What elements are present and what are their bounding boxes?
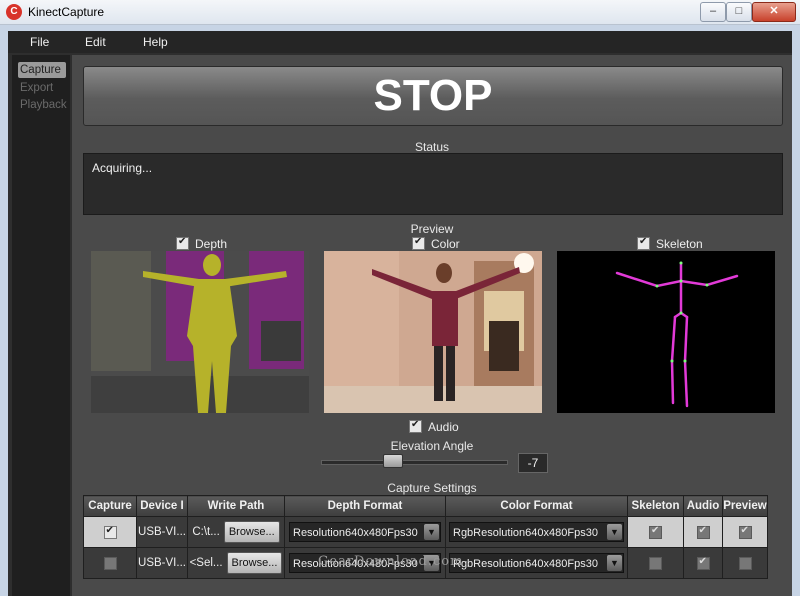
browse-button[interactable]: Browse... (226, 552, 283, 574)
color-preview-image (324, 251, 542, 413)
menu-bar: File Edit Help (8, 31, 792, 53)
row-skeleton-checkbox[interactable] (649, 525, 662, 539)
maximize-button[interactable]: □ (726, 2, 752, 22)
window-title: KinectCapture (28, 5, 105, 19)
minimize-button[interactable]: – (700, 2, 726, 22)
side-navigation: Capture Export Playback (12, 55, 70, 596)
browse-button[interactable]: Browse... (223, 521, 280, 543)
client-area: File Edit Help Capture Export Playback S… (8, 31, 792, 596)
table-header-row: Capture Device I Write Path Depth Format… (83, 495, 768, 517)
depth-format-cell: Resolution640x480Fps30 ▼ (284, 516, 446, 548)
row-preview-checkbox[interactable] (738, 556, 752, 570)
row-capture-checkbox[interactable] (103, 556, 117, 570)
color-checkbox[interactable] (412, 236, 425, 251)
row-skeleton-checkbox[interactable] (649, 556, 662, 570)
device-cell: USB-VI... (136, 516, 188, 548)
capture-panel: STOP Status Acquiring... Preview Depth C… (72, 55, 792, 596)
audio-checkbox[interactable] (409, 419, 422, 434)
nav-capture[interactable]: Capture (18, 62, 66, 78)
nav-playback[interactable]: Playback (18, 97, 67, 113)
capture-cell (83, 516, 137, 548)
device-cell: USB-VI... (136, 547, 188, 579)
color-format-dropdown[interactable]: RgbResolution640x480Fps30 ▼ (449, 553, 624, 573)
status-box: Acquiring... (83, 153, 783, 215)
write-path-cell: C:\t... Browse... (187, 516, 285, 548)
depth-preview-image (91, 251, 309, 413)
color-format-value: RgbResolution640x480Fps30 (453, 558, 598, 570)
row-capture-checkbox[interactable] (103, 525, 117, 539)
status-label: Status (414, 140, 450, 154)
column-header-device[interactable]: Device I (136, 495, 188, 517)
skeleton-label: Skeleton (656, 236, 703, 251)
depth-format-dropdown[interactable]: Resolution640x480Fps30 ▼ (289, 522, 441, 542)
audio-checkbox-group: Audio (409, 419, 459, 434)
table-row[interactable]: USB-VI... C:\t...Browse... Resolution640… (83, 516, 768, 548)
column-header-capture[interactable]: Capture (83, 495, 137, 517)
nav-export[interactable]: Export (18, 80, 66, 96)
color-checkbox-group: Color (412, 236, 460, 251)
elevation-slider-thumb[interactable] (382, 454, 403, 468)
device-name: USB-VI... (138, 556, 186, 569)
chevron-down-icon: ▼ (424, 524, 439, 540)
audio-cell (683, 516, 723, 548)
color-format-cell: RgbResolution640x480Fps30 ▼ (445, 547, 628, 579)
stop-button[interactable]: STOP (83, 66, 783, 126)
column-header-write-path[interactable]: Write Path (187, 495, 285, 517)
skeleton-preview-image (557, 251, 775, 413)
column-header-depth-format[interactable]: Depth Format (284, 495, 446, 517)
chevron-down-icon: ▼ (607, 555, 622, 571)
skeleton-cell (627, 547, 684, 579)
depth-checkbox-group: Depth (176, 236, 227, 251)
elevation-value: -7 (518, 453, 548, 473)
row-audio-checkbox[interactable] (696, 556, 710, 570)
write-path-cell: <Sel... Browse... (187, 547, 285, 579)
color-label: Color (431, 236, 460, 251)
audio-label: Audio (428, 419, 459, 434)
close-button[interactable]: ✕ (752, 2, 796, 22)
column-header-preview[interactable]: Preview (722, 495, 768, 517)
chevron-down-icon: ▼ (607, 524, 622, 540)
skeleton-checkbox[interactable] (637, 236, 650, 251)
depth-label: Depth (195, 236, 228, 251)
menu-help[interactable]: Help (143, 35, 168, 49)
preview-cell (722, 547, 768, 579)
preview-label: Preview (410, 222, 454, 236)
elevation-slider-track[interactable] (321, 460, 508, 465)
color-format-value: RgbResolution640x480Fps30 (453, 527, 598, 539)
depth-checkbox[interactable] (176, 236, 189, 251)
column-header-audio[interactable]: Audio (683, 495, 723, 517)
write-path: C:\t... (192, 526, 220, 538)
app-logo-icon: C (6, 4, 22, 20)
audio-cell (683, 547, 723, 579)
write-path: <Sel... (189, 557, 223, 569)
menu-edit[interactable]: Edit (85, 35, 106, 49)
row-preview-checkbox[interactable] (738, 525, 752, 539)
depth-format-value: Resolution640x480Fps30 (293, 527, 418, 539)
preview-cell (722, 516, 768, 548)
color-format-cell: RgbResolution640x480Fps30 ▼ (445, 516, 628, 548)
capture-settings-label: Capture Settings (387, 481, 477, 495)
watermark: GearDownload.com (318, 554, 464, 569)
title-bar: C KinectCapture – □ ✕ (0, 0, 800, 25)
skeleton-cell (627, 516, 684, 548)
elevation-label: Elevation Angle (390, 439, 474, 453)
column-header-color-format[interactable]: Color Format (445, 495, 628, 517)
window-frame: File Edit Help Capture Export Playback S… (0, 25, 800, 596)
device-name: USB-VI... (138, 525, 186, 538)
skeleton-checkbox-group: Skeleton (637, 236, 703, 251)
capture-cell (83, 547, 137, 579)
status-text: Acquiring... (92, 161, 153, 175)
color-format-dropdown[interactable]: RgbResolution640x480Fps30 ▼ (449, 522, 624, 542)
row-audio-checkbox[interactable] (696, 525, 710, 539)
menu-file[interactable]: File (30, 35, 49, 49)
column-header-skeleton[interactable]: Skeleton (627, 495, 684, 517)
